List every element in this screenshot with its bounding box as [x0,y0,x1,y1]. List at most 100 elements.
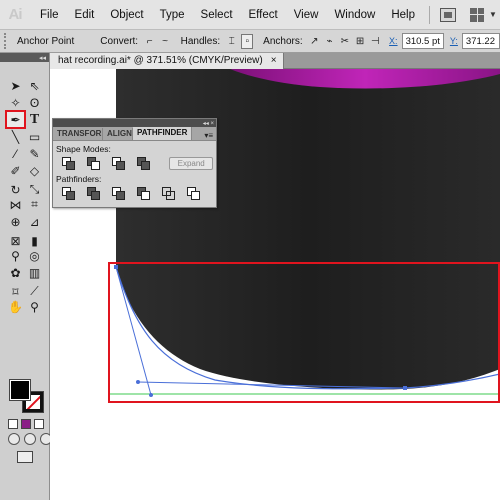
shape-builder-tool-icon[interactable]: ⊕ [6,213,25,230]
connect-anchor-icon[interactable]: ⌁ [324,34,335,49]
menu-object[interactable]: Object [102,9,151,21]
color-mode-button[interactable] [8,419,18,429]
anchor-point-2[interactable] [403,386,407,390]
rectangle-tool-icon[interactable]: ▭ [25,128,44,145]
hide-handles-icon[interactable]: ▫ [241,33,254,49]
cut-path-icon[interactable]: ✂ [339,34,350,49]
rotate-tool-icon[interactable]: ↻ [6,183,25,197]
column-graph-tool-icon[interactable]: ▥ [25,264,44,281]
artboard-tool-icon[interactable]: ⌑ [6,285,25,299]
remove-anchor-icon[interactable]: ↗ [309,34,320,49]
direction-handle-point[interactable] [149,393,153,397]
tools-panel-header[interactable]: ◂◂ [0,53,49,62]
pathfinder-body: Shape Modes: Expand Pathfinders: [53,141,216,203]
magic-wand-tool-icon[interactable]: ✧ [6,94,25,111]
lasso-tool-icon[interactable]: ʘ [25,94,44,111]
arrange-documents-icon[interactable] [470,7,484,22]
document-tab[interactable]: hat recording.ai* @ 371.51% (CMYK/Previe… [50,52,284,69]
minus-front-icon[interactable] [85,156,102,171]
close-icon[interactable]: × [271,55,277,66]
selection-tool-icon[interactable]: ➤ [6,77,25,94]
handles-label: Handles: [180,35,221,47]
gradient-tool-icon[interactable]: ▮ [25,234,44,248]
tools-grid: ➤ ⇖ ✧ ʘ ✒ T ╲ ▭ ⁄ ✎ ✐ ◇ ↻ ⤡ ⋈ ⌗ ⊕ ⊿ ⊠ ▮ … [5,77,44,315]
bridge-icon[interactable] [440,7,456,22]
panel-menu-icon[interactable]: ▾≡ [204,131,216,140]
line-segment-tool-icon[interactable]: ╲ [6,128,25,145]
x-field[interactable]: 310.5 pt [401,33,444,49]
panel-tabs: TRANSFORM ALIGN PATHFINDER ▾≡ [53,127,216,141]
slice-tool-icon[interactable]: ⟋ [25,284,44,298]
expand-button[interactable]: Expand [169,157,213,170]
menu-view[interactable]: View [286,9,327,21]
document-title: hat recording.ai* @ 371.51% (CMYK/Previe… [58,55,263,66]
menu-type[interactable]: Type [152,9,193,21]
pen-tool-icon[interactable]: ✒ [5,110,26,129]
screen-mode-icon[interactable] [17,451,33,463]
hand-tool-icon[interactable]: ✋ [6,298,25,315]
direct-selection-tool-icon[interactable]: ⇖ [25,77,44,94]
grip-handle[interactable] [4,33,9,49]
convert-corner-icon[interactable]: ⌐ [144,34,155,49]
merge-icon[interactable] [110,186,127,201]
align-anchor-icon[interactable]: ⊞ [354,34,365,49]
trim-icon[interactable] [85,186,102,201]
document-tab-bar: hat recording.ai* @ 371.51% (CMYK/Previe… [50,52,500,69]
intersect-icon[interactable] [110,156,127,171]
perspective-grid-tool-icon[interactable]: ⊿ [25,213,44,230]
gradient-mode-button[interactable] [21,419,31,429]
drawing-modes-row [8,433,52,445]
anchor-point[interactable] [114,265,118,269]
minus-back-icon[interactable] [185,186,202,201]
menu-edit[interactable]: Edit [67,9,103,21]
fill-swatch[interactable] [9,379,31,401]
paintbrush-tool-icon[interactable]: ⁄ [6,145,25,162]
menu-help[interactable]: Help [383,9,423,21]
anchors-label: Anchors: [263,35,303,47]
outline-icon[interactable] [160,186,177,201]
eyedropper-tool-icon[interactable]: ⚲ [6,247,25,264]
menu-effect[interactable]: Effect [241,9,286,21]
x-label: X: [389,36,398,46]
width-tool-icon[interactable]: ⋈ [6,196,25,213]
shape-modes-label: Shape Modes: [56,144,111,154]
tool-name-label: Anchor Point [17,35,75,47]
zoom-tool-icon[interactable]: ⚲ [25,298,44,315]
fill-stroke-area [8,378,44,414]
pathfinder-panel: ◂◂ × TRANSFORM ALIGN PATHFINDER ▾≡ Shape… [52,118,217,208]
tab-transform[interactable]: TRANSFORM [53,128,103,140]
type-tool-icon[interactable]: T [25,111,44,128]
tab-pathfinder[interactable]: PATHFINDER [133,127,193,140]
pathfinders-label: Pathfinders: [56,174,102,184]
convert-label: Convert: [100,35,139,47]
blend-tool-icon[interactable]: ◎ [25,247,44,264]
convert-smooth-icon[interactable]: ~ [159,34,170,49]
symbol-sprayer-tool-icon[interactable]: ✿ [6,264,25,281]
exclude-icon[interactable] [135,156,152,171]
y-field[interactable]: 371.22 [461,33,500,49]
unite-icon[interactable] [60,156,77,171]
blob-brush-tool-icon[interactable]: ✐ [6,162,25,179]
menu-file[interactable]: File [30,9,67,21]
panel-header[interactable]: ◂◂ × [53,119,216,127]
eraser-tool-icon[interactable]: ◇ [25,162,44,179]
menu-separator [429,5,430,24]
show-handles-icon[interactable]: ⌶ [226,34,237,49]
pencil-tool-icon[interactable]: ✎ [25,145,44,162]
menu-window[interactable]: Window [326,9,383,21]
scale-tool-icon[interactable]: ⤡ [25,182,44,196]
crop-icon[interactable] [135,186,152,201]
draw-behind-icon[interactable] [24,433,36,445]
divide-icon[interactable] [60,186,77,201]
draw-normal-icon[interactable] [8,433,20,445]
direction-handle-point-2[interactable] [136,380,140,384]
menu-select[interactable]: Select [193,9,241,21]
isolate-icon[interactable]: ⊣ [370,34,381,49]
free-transform-tool-icon[interactable]: ⌗ [25,196,44,213]
tab-align[interactable]: ALIGN [103,128,133,140]
mesh-tool-icon[interactable]: ⊠ [6,234,25,248]
none-mode-button[interactable] [34,419,44,429]
app-logo: Ai [8,6,23,23]
tools-panel: ◂◂ ➤ ⇖ ✧ ʘ ✒ T ╲ ▭ ⁄ ✎ ✐ ◇ ↻ ⤡ ⋈ ⌗ ⊕ ⊿ ⊠… [0,53,52,500]
chevron-down-icon[interactable]: ▼ [489,10,497,19]
